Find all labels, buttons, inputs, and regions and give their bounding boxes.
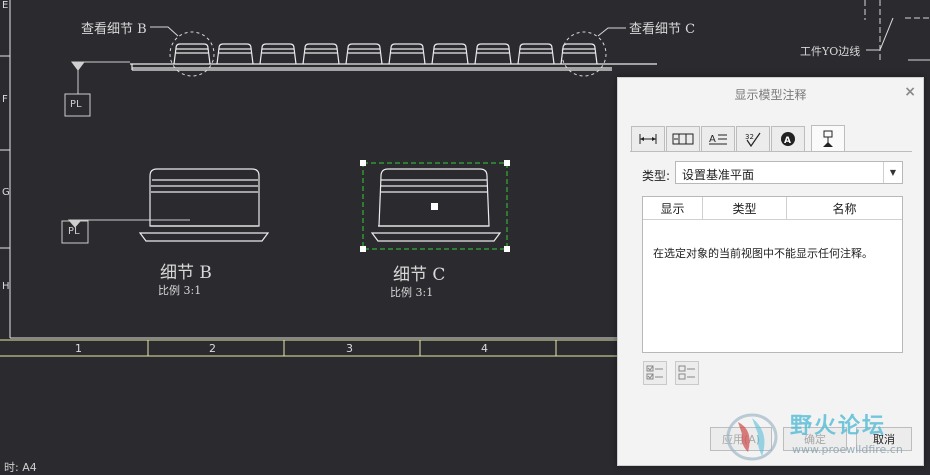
table-header-divider <box>643 219 902 220</box>
cancel-button[interactable]: 取消 <box>856 427 912 451</box>
annotation-table[interactable]: 显示 类型 名称 在选定对象的当前视图中不能显示任何注释。 <box>642 196 903 353</box>
sheet-size-label: 时: A4 <box>4 461 37 474</box>
column-number-2: 2 <box>209 342 216 355</box>
edge-line-label: 工件YO边线 <box>800 45 861 58</box>
empty-table-message: 在选定对象的当前视图中不能显示任何注释。 <box>653 247 873 260</box>
ok-button[interactable]: 确定 <box>783 427 847 451</box>
svg-text:A: A <box>784 136 791 146</box>
parting-line-label: PL <box>70 99 83 110</box>
chevron-down-icon[interactable]: ▼ <box>883 162 902 183</box>
dialog-title: 显示模型注释 <box>734 88 807 102</box>
deselect-all-button[interactable] <box>675 361 699 385</box>
column-number-3: 3 <box>346 342 353 355</box>
select-all-button[interactable] <box>643 361 667 385</box>
deselect-all-icon <box>678 365 695 380</box>
column-number-1: 1 <box>75 342 82 355</box>
cup-outline <box>259 43 297 65</box>
dimension-icon <box>639 134 657 144</box>
row-letter-g: G <box>2 187 10 198</box>
surface-finish-icon: 32 <box>745 132 761 147</box>
datum-tab[interactable] <box>811 125 845 152</box>
column-header-name[interactable]: 名称 <box>787 197 902 219</box>
gtol-tab[interactable] <box>666 126 700 151</box>
row-letter-h: H <box>2 281 10 292</box>
type-label: 类型: <box>642 169 671 183</box>
row-letter-f: F <box>2 94 8 105</box>
symbol-tab[interactable]: A <box>771 126 805 151</box>
cup-outline <box>388 43 426 65</box>
column-number-4: 4 <box>481 342 488 355</box>
cup-outline <box>216 43 254 65</box>
cup-outline <box>560 43 598 65</box>
notes-tab[interactable]: A <box>701 126 735 151</box>
cup-outline <box>474 43 512 65</box>
svg-text:32: 32 <box>745 133 754 141</box>
show-model-annotations-dialog[interactable]: 显示模型注释 × A 32 A 类型: 设置基准平面 ▼ 显示 类型 名称 在选… <box>617 77 924 466</box>
parting-line-label: PL <box>68 226 81 237</box>
close-icon[interactable]: × <box>904 84 916 100</box>
gtol-icon <box>672 133 694 145</box>
select-all-icon <box>646 365 663 380</box>
tab-divider <box>630 151 912 152</box>
cup-outline <box>345 43 383 65</box>
detail-c-scale: 比例 3:1 <box>390 286 434 299</box>
note-icon: A <box>709 134 727 145</box>
dimension-tab[interactable] <box>631 126 665 151</box>
surface-finish-tab[interactable]: 32 <box>736 126 770 151</box>
callout-detail-c[interactable]: 查看细节 C <box>629 18 695 37</box>
detail-b-title: 细节 B <box>160 263 212 283</box>
datum-icon <box>823 130 833 147</box>
symbol-icon: A <box>781 132 795 146</box>
svg-text:A: A <box>709 134 716 145</box>
detail-c-title: 细节 C <box>393 265 446 285</box>
cup-outline <box>517 43 555 65</box>
column-header-show[interactable]: 显示 <box>643 197 703 219</box>
apply-button[interactable]: 应用(A) <box>710 427 772 451</box>
cup-outline <box>173 43 211 65</box>
column-header-type[interactable]: 类型 <box>703 197 787 219</box>
type-dropdown-value: 设置基准平面 <box>682 168 755 182</box>
cup-outline <box>431 43 469 65</box>
detail-b-scale: 比例 3:1 <box>158 284 202 297</box>
type-dropdown[interactable]: 设置基准平面 ▼ <box>675 161 903 184</box>
callout-detail-b[interactable]: 查看细节 B <box>81 18 147 37</box>
row-letter-e: E <box>2 0 9 11</box>
cup-outline <box>302 43 340 65</box>
